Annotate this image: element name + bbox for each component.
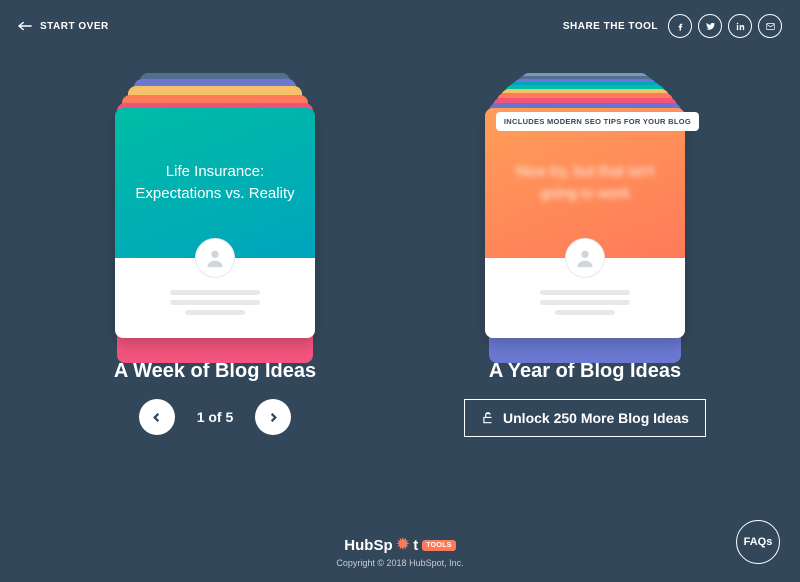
twitter-button[interactable] (698, 14, 722, 38)
faq-label: FAQs (744, 536, 773, 548)
share-label: SHARE THE TOOL (563, 21, 658, 32)
share-area: SHARE THE TOOL (563, 14, 782, 38)
tools-badge: TOOLS (422, 540, 455, 551)
email-icon (765, 21, 776, 32)
person-icon (574, 247, 596, 269)
facebook-icon (675, 21, 686, 32)
prev-button[interactable] (139, 399, 175, 435)
week-card-title: Life Insurance: Expectations vs. Reality (133, 161, 297, 206)
sprocket-icon: ✹ (397, 535, 410, 553)
week-column: Life Insurance: Expectations vs. Reality… (85, 73, 345, 437)
unlock-button[interactable]: Unlock 250 More Blog Ideas (464, 399, 706, 437)
social-icons (668, 14, 782, 38)
week-card-stack: Life Insurance: Expectations vs. Reality (115, 73, 315, 338)
main-content: Life Insurance: Expectations vs. Reality… (0, 38, 800, 437)
linkedin-button[interactable] (728, 14, 752, 38)
person-icon (204, 247, 226, 269)
year-column: INCLUDES MODERN SEO TIPS FOR YOUR BLOG N… (455, 73, 715, 437)
avatar-placeholder (195, 238, 235, 278)
card-body (485, 258, 685, 338)
hubspot-logo[interactable]: HubSp✹t TOOLS (344, 536, 455, 554)
year-card-title: Nice try, but that isn't going to work (503, 161, 667, 206)
header: START OVER SHARE THE TOOL (0, 0, 800, 38)
pager: 1 of 5 (139, 399, 292, 435)
arrow-left-icon (18, 21, 32, 31)
facebook-button[interactable] (668, 14, 692, 38)
copyright: Copyright © 2018 HubSpot, Inc. (336, 558, 463, 568)
year-card-stack: INCLUDES MODERN SEO TIPS FOR YOUR BLOG N… (485, 73, 685, 338)
pager-label: 1 of 5 (197, 409, 234, 425)
email-button[interactable] (758, 14, 782, 38)
unlock-icon (481, 411, 495, 425)
faq-button[interactable]: FAQs (736, 520, 780, 564)
footer: HubSp✹t TOOLS Copyright © 2018 HubSpot, … (0, 536, 800, 568)
linkedin-icon (735, 21, 746, 32)
week-title: A Week of Blog Ideas (114, 360, 316, 383)
week-card[interactable]: Life Insurance: Expectations vs. Reality (115, 108, 315, 338)
year-title: A Year of Blog Ideas (489, 360, 681, 383)
avatar-placeholder (565, 238, 605, 278)
twitter-icon (705, 21, 716, 32)
start-over-label: START OVER (40, 21, 109, 32)
start-over-button[interactable]: START OVER (18, 21, 109, 32)
chevron-right-icon (268, 412, 279, 423)
card-body (115, 258, 315, 338)
chevron-left-icon (151, 412, 162, 423)
year-card[interactable]: Nice try, but that isn't going to work (485, 108, 685, 338)
unlock-label: Unlock 250 More Blog Ideas (503, 410, 689, 426)
seo-badge: INCLUDES MODERN SEO TIPS FOR YOUR BLOG (496, 112, 699, 131)
next-button[interactable] (255, 399, 291, 435)
